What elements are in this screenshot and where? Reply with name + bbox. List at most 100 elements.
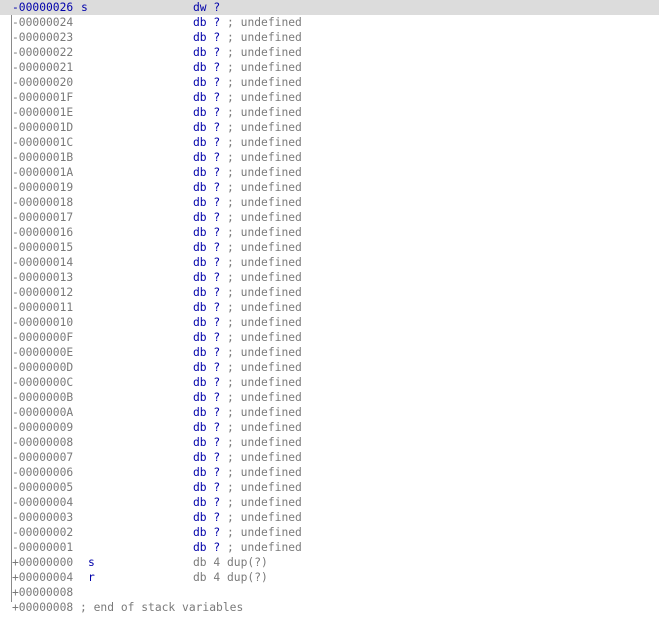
variable-definition: db ? ; undefined <box>193 105 302 120</box>
stack-row[interactable]: -00000001 db ? ; undefined <box>0 540 659 555</box>
stack-row[interactable]: -0000001A db ? ; undefined <box>0 165 659 180</box>
comment-text: ; undefined <box>227 16 302 29</box>
stack-row[interactable]: -00000021 db ? ; undefined <box>0 60 659 75</box>
stack-row[interactable]: -00000024 db ? ; undefined <box>0 15 659 30</box>
stack-row[interactable]: -0000001C db ? ; undefined <box>0 135 659 150</box>
stack-row[interactable]: -00000009 db ? ; undefined <box>0 420 659 435</box>
variable-name[interactable]: r <box>88 570 95 585</box>
variable-definition: db ? ; undefined <box>193 495 302 510</box>
comment-text: ; undefined <box>227 91 302 104</box>
stack-row[interactable]: -0000001E db ? ; undefined <box>0 105 659 120</box>
stack-frame-view[interactable]: -00000026 s dw ? -00000024 db ? ; undefined -… <box>0 0 659 639</box>
type-directive: db <box>193 31 207 44</box>
stack-row[interactable]: -00000004 db ? ; undefined <box>0 495 659 510</box>
stack-row[interactable]: -0000001F db ? ; undefined <box>0 90 659 105</box>
undefined-value: ? <box>213 151 221 164</box>
undefined-value: ? <box>213 106 221 119</box>
undefined-value: ? <box>213 61 221 74</box>
type-directive: db <box>193 466 207 479</box>
stack-row[interactable]: -00000017 db ? ; undefined <box>0 210 659 225</box>
undefined-value: ? <box>213 121 221 134</box>
offset-label: -00000018 <box>12 196 74 209</box>
stack-row[interactable]: -00000012 db ? ; undefined <box>0 285 659 300</box>
type-directive: db <box>193 331 207 344</box>
variable-definition: db ? ; undefined <box>193 390 302 405</box>
comment-text: ; undefined <box>227 196 302 209</box>
variable-definition: db ? ; undefined <box>193 375 302 390</box>
offset-label: -00000011 <box>12 301 74 314</box>
type-directive: db <box>193 151 207 164</box>
stack-row[interactable]: -0000000A db ? ; undefined <box>0 405 659 420</box>
stack-row[interactable]: -00000018 db ? ; undefined <box>0 195 659 210</box>
variable-definition: db ? ; undefined <box>193 150 302 165</box>
offset-label: -00000010 <box>12 316 74 329</box>
stack-row[interactable]: -0000000E db ? ; undefined <box>0 345 659 360</box>
stack-row[interactable]: -00000022 db ? ; undefined <box>0 45 659 60</box>
offset-label: -00000023 <box>12 31 74 44</box>
variable-definition: db ? ; undefined <box>193 240 302 255</box>
variable-definition: db ? ; undefined <box>193 480 302 495</box>
undefined-value: ? <box>213 286 221 299</box>
offset-label: -00000013 <box>12 271 74 284</box>
stack-row[interactable]: -0000000B db ? ; undefined <box>0 390 659 405</box>
stack-row[interactable]: +00000004 r db 4 dup(?) <box>0 570 659 585</box>
offset-label: -00000020 <box>12 76 74 89</box>
undefined-value: ? <box>213 166 221 179</box>
stack-row[interactable]: -0000000C db ? ; undefined <box>0 375 659 390</box>
offset-label: +00000008 ; end of stack variables <box>12 601 244 614</box>
variable-definition: db ? ; undefined <box>193 75 302 90</box>
undefined-value: ? <box>213 391 221 404</box>
type-directive: db <box>193 286 207 299</box>
offset-label: -00000017 <box>12 211 74 224</box>
offset-label: -0000001F <box>12 91 74 104</box>
offset-label: -00000003 <box>12 511 74 524</box>
variable-definition: db ? ; undefined <box>193 60 302 75</box>
undefined-value: ? <box>213 331 221 344</box>
type-directive: db <box>193 241 207 254</box>
stack-row[interactable]: -00000026 s dw ? <box>0 0 659 15</box>
variable-definition: db ? ; undefined <box>193 180 302 195</box>
variable-definition: db ? ; undefined <box>193 540 302 555</box>
stack-row[interactable]: +00000008 <box>0 585 659 600</box>
undefined-value: ? <box>213 316 221 329</box>
variable-definition: db ? ; undefined <box>193 120 302 135</box>
type-directive: db <box>193 61 207 74</box>
comment-text: ; undefined <box>227 256 302 269</box>
stack-row[interactable]: -0000000F db ? ; undefined <box>0 330 659 345</box>
variable-name[interactable]: s <box>81 0 88 15</box>
offset-label: -0000001C <box>12 136 74 149</box>
stack-row[interactable]: -00000023 db ? ; undefined <box>0 30 659 45</box>
type-directive: db <box>193 76 207 89</box>
type-directive: db <box>193 46 207 59</box>
stack-row[interactable]: -00000003 db ? ; undefined <box>0 510 659 525</box>
type-directive: db <box>193 136 207 149</box>
comment-text: ; undefined <box>227 451 302 464</box>
stack-row[interactable]: -0000001D db ? ; undefined <box>0 120 659 135</box>
stack-row[interactable]: -00000016 db ? ; undefined <box>0 225 659 240</box>
stack-row[interactable]: +00000008 ; end of stack variables <box>0 600 659 615</box>
stack-row[interactable]: +00000000 s db 4 dup(?) <box>0 555 659 570</box>
stack-row[interactable]: -00000002 db ? ; undefined <box>0 525 659 540</box>
variable-definition: db ? ; undefined <box>193 195 302 210</box>
stack-row[interactable]: -00000014 db ? ; undefined <box>0 255 659 270</box>
type-directive: db <box>193 121 207 134</box>
stack-row[interactable]: -00000019 db ? ; undefined <box>0 180 659 195</box>
stack-row[interactable]: -0000001B db ? ; undefined <box>0 150 659 165</box>
undefined-value: ? <box>213 496 221 509</box>
type-directive: db <box>193 376 207 389</box>
comment-text: ; undefined <box>227 346 302 359</box>
stack-row[interactable]: -00000015 db ? ; undefined <box>0 240 659 255</box>
stack-row[interactable]: -00000006 db ? ; undefined <box>0 465 659 480</box>
stack-row[interactable]: -00000020 db ? ; undefined <box>0 75 659 90</box>
type-directive: db <box>193 271 207 284</box>
comment-text: ; undefined <box>227 541 302 554</box>
stack-row[interactable]: -00000008 db ? ; undefined <box>0 435 659 450</box>
stack-row[interactable]: -00000005 db ? ; undefined <box>0 480 659 495</box>
stack-row[interactable]: -00000013 db ? ; undefined <box>0 270 659 285</box>
variable-name[interactable]: s <box>88 555 95 570</box>
stack-row[interactable]: -00000007 db ? ; undefined <box>0 450 659 465</box>
comment-text: ; undefined <box>227 61 302 74</box>
stack-row[interactable]: -0000000D db ? ; undefined <box>0 360 659 375</box>
stack-row[interactable]: -00000010 db ? ; undefined <box>0 315 659 330</box>
stack-row[interactable]: -00000011 db ? ; undefined <box>0 300 659 315</box>
